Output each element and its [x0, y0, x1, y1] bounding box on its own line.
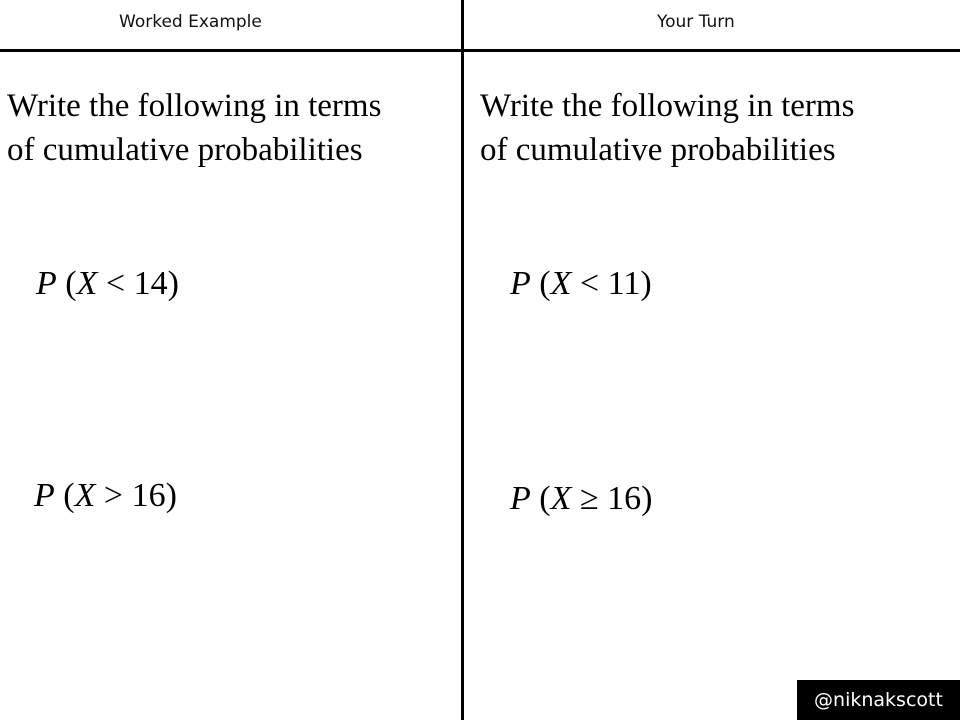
probability-fn: P: [510, 265, 531, 302]
worked-example-header: Worked Example: [119, 12, 262, 32]
instruction-line-2: of cumulative probabilities: [480, 132, 836, 168]
random-variable: X: [74, 477, 96, 514]
probability-fn: P: [510, 480, 531, 517]
bound-value: 16: [131, 477, 166, 514]
header-divider: [0, 49, 960, 52]
instruction-line-1: Write the following in terms: [7, 88, 382, 124]
your-turn-question-2: P (X ≥ 16): [510, 480, 653, 517]
your-turn-instruction: Write the following in terms of cumulati…: [480, 84, 854, 172]
worked-example-instruction: Write the following in terms of cumulati…: [7, 84, 381, 172]
probability-fn: P: [34, 477, 55, 514]
random-variable: X: [76, 265, 98, 302]
bound-value: 11: [607, 265, 641, 302]
author-watermark: @niknakscott: [797, 680, 960, 720]
worked-question-2: P (X > 16): [34, 477, 177, 514]
inequality-operator: >: [103, 477, 124, 514]
probability-fn: P: [36, 265, 57, 302]
your-turn-question-1: P (X < 11): [510, 265, 652, 302]
inequality-operator: <: [579, 265, 600, 302]
worked-question-1: P (X < 14): [36, 265, 179, 302]
inequality-operator: ≥: [579, 480, 599, 517]
instruction-line-2: of cumulative probabilities: [7, 132, 363, 168]
instruction-line-1: Write the following in terms: [480, 88, 855, 124]
column-divider: [461, 0, 464, 720]
bound-value: 14: [133, 265, 168, 302]
your-turn-header: Your Turn: [657, 12, 735, 32]
random-variable: X: [550, 480, 572, 517]
bound-value: 16: [607, 480, 642, 517]
inequality-operator: <: [105, 265, 126, 302]
random-variable: X: [550, 265, 572, 302]
